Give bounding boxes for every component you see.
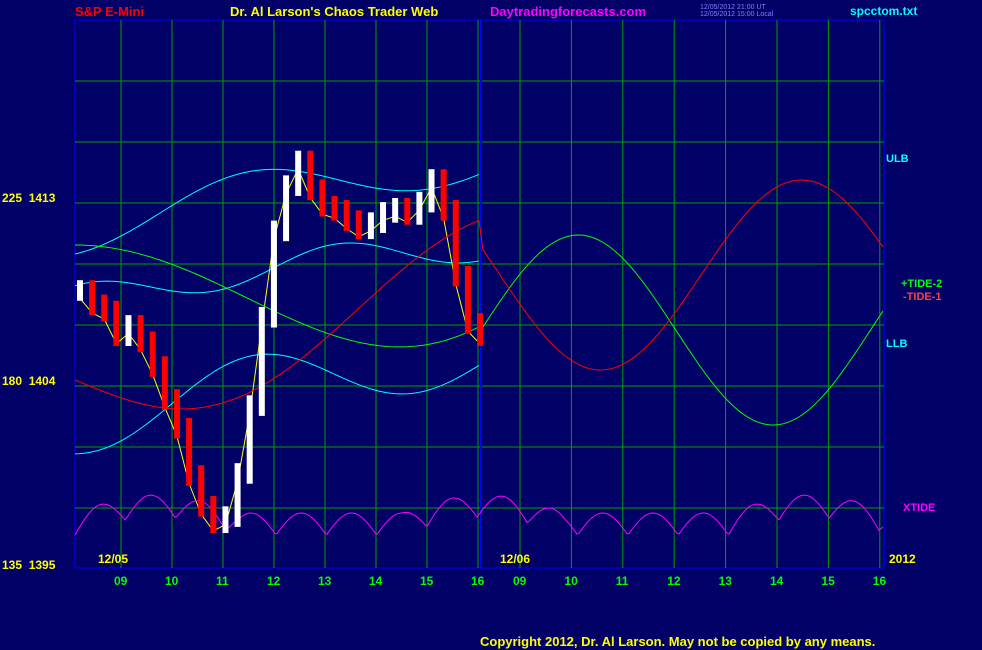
grid	[75, 20, 884, 568]
price-bar	[258, 306, 265, 416]
price-bar	[331, 195, 338, 221]
price-bar	[198, 465, 205, 517]
llb-line	[74, 353, 480, 455]
middle-band-line	[74, 242, 480, 294]
x-tick-label: 15	[420, 574, 434, 588]
price-bar	[77, 280, 83, 301]
price-bar	[113, 300, 120, 346]
timestamp-ut: 12/05/2012 21:00 UT	[700, 4, 766, 11]
price-bar	[210, 496, 217, 534]
price-bar	[477, 313, 483, 346]
x-tick-label: 11	[615, 574, 629, 588]
price-bar	[295, 150, 302, 196]
file-name: spcctom.txt	[850, 4, 918, 18]
price-bar	[319, 179, 326, 217]
price-bar	[440, 169, 447, 221]
date-label: 12/06	[500, 552, 531, 566]
date-label: 12/05	[98, 552, 129, 566]
timestamp-local: 12/05/2012 15:00 Local	[700, 11, 774, 18]
llb-label: LLB	[886, 338, 908, 350]
ulb-label: ULB	[886, 153, 909, 165]
price-bar	[452, 200, 459, 287]
price-bar	[343, 200, 350, 231]
price-bar	[161, 356, 168, 410]
x-tick-label: 16	[471, 574, 485, 588]
y-tick-label: 225 1413	[2, 191, 56, 205]
price-bar	[464, 265, 471, 334]
price-bar	[355, 210, 362, 240]
x-tick-label: 14	[369, 574, 383, 588]
site-name: Daytradingforecasts.com	[490, 4, 647, 19]
xtide-label: XTIDE	[903, 502, 936, 514]
price-bar	[404, 198, 411, 225]
price-bar	[246, 395, 253, 484]
xtide-line	[74, 494, 884, 536]
plot-frame	[74, 19, 885, 569]
x-tick-label: 13	[718, 574, 732, 588]
price-bar	[222, 506, 229, 534]
price-bar	[283, 175, 290, 242]
price-bar	[307, 150, 314, 201]
x-tick-label: 15	[821, 574, 835, 588]
price-bar	[89, 280, 96, 316]
year-label: 2012	[889, 552, 916, 566]
tide1-line	[74, 179, 884, 410]
x-tick-label: 09	[114, 574, 128, 588]
indicator-lines	[74, 167, 884, 536]
price-bar	[125, 315, 132, 346]
price-bar	[367, 212, 374, 240]
x-tick-label: 16	[872, 574, 887, 588]
tide1-label: -TIDE-1	[903, 291, 942, 303]
chart-title: Dr. Al Larson's Chaos Trader Web	[230, 4, 439, 19]
price-bar	[173, 389, 180, 439]
price-bar	[416, 191, 423, 225]
price-bar	[101, 294, 108, 322]
x-tick-label: 11	[216, 574, 229, 588]
y-tick-label: 135 1395	[2, 558, 56, 572]
x-tick-label: 09	[513, 574, 527, 588]
y-tick-label: 180 1404	[2, 374, 56, 388]
x-tick-label: 10	[165, 574, 179, 588]
x-tick-label: 13	[318, 574, 332, 588]
chart-svg	[74, 19, 885, 569]
price-bar	[149, 331, 156, 377]
copyright: Copyright 2012, Dr. Al Larson. May not b…	[480, 634, 876, 649]
price-bars	[77, 150, 483, 534]
price-bar	[234, 463, 241, 527]
price-bar	[186, 417, 193, 486]
price-bar	[270, 220, 277, 328]
x-tick-label: 12	[267, 574, 281, 588]
x-tick-label: 10	[564, 574, 578, 588]
price-bar	[428, 169, 435, 213]
x-tick-label: 12	[667, 574, 681, 588]
price-bar	[137, 315, 144, 353]
price-bar	[392, 198, 399, 223]
instrument-name: S&P E-Mini	[75, 4, 145, 19]
x-tick-label: 14	[770, 574, 784, 588]
tide2-label: +TIDE-2	[901, 278, 943, 290]
price-bar	[380, 202, 387, 233]
